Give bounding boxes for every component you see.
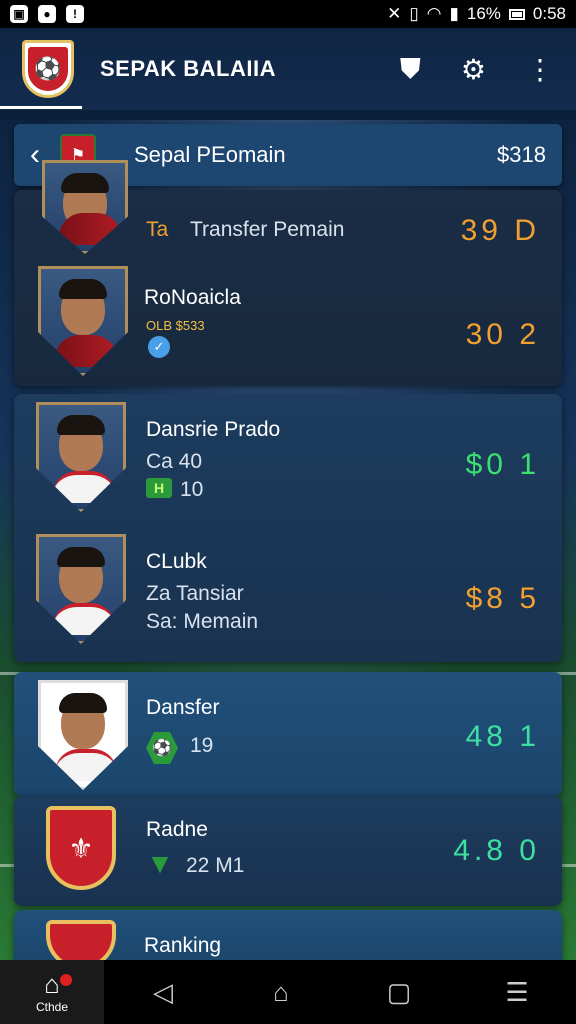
bottom-nav: ⌂ Cthde ◁ ⌂ ▢ ☰ — [0, 960, 576, 1024]
ball-icon: ⚽ — [146, 732, 178, 764]
player-sub-prefix: Ta — [146, 218, 169, 241]
back-icon[interactable]: ‹ — [30, 138, 40, 172]
stat-badge-icon: H — [146, 478, 172, 498]
player-value: $0 1 — [465, 448, 540, 481]
gear-icon[interactable]: ⚙ — [461, 53, 486, 86]
player-sub: 22 M1 — [186, 854, 245, 877]
tab-indicator — [0, 106, 82, 109]
vibrate-icon: ▯ — [409, 4, 419, 23]
app-icon: ● — [38, 5, 56, 23]
player-portrait — [38, 266, 128, 376]
battery-percent: 16% — [466, 4, 501, 23]
badge-icon[interactable]: ⛊ — [400, 53, 421, 86]
status-bar: ▣ ● ! ✕ ▯ ◠ ▮ 16% 0:58 — [0, 0, 576, 28]
nav-home-label: Cthde — [35, 1000, 69, 1014]
player-portrait — [36, 402, 126, 512]
mute-icon: ✕ — [387, 4, 402, 23]
home-nav-icon[interactable]: ⌂ — [222, 977, 340, 1008]
app-logo[interactable]: ⚽ — [22, 40, 74, 98]
player-value: 30 2 — [465, 318, 540, 351]
player-value: $8 5 — [465, 582, 540, 615]
player-portrait — [36, 534, 126, 644]
player-name: Dansrie Prado — [146, 418, 281, 441]
player-value: 39 D — [460, 214, 540, 247]
player-card[interactable]: ⚜ Radne ▼ 22 M1 4.8 0 — [14, 796, 562, 906]
player-card[interactable]: Dansrie Prado Ca 40 H 10 $0 1 CLubk Za T… — [14, 394, 562, 662]
battery-icon — [508, 8, 525, 20]
player-name: RoNoaicla — [144, 286, 241, 309]
notification-icon: ▣ — [10, 5, 28, 23]
player-sub: Za Tansiar — [146, 582, 244, 605]
player-portrait — [38, 680, 128, 790]
player-card[interactable]: Dansfer ⚽ 19 48 1 — [14, 672, 562, 796]
wifi-icon: ◠ — [426, 4, 442, 23]
player-name: CLubk — [146, 550, 207, 573]
alert-icon: ! — [66, 5, 84, 23]
recents-nav-icon[interactable]: ▢ — [340, 977, 458, 1008]
header-title: Sepal PEomain — [134, 142, 286, 167]
club-crest-icon: ⚜ — [46, 806, 116, 890]
player-name: Dansfer — [146, 696, 220, 719]
app-title: SEPAK BALAIIA — [100, 56, 276, 81]
player-sub: Ca 40 — [146, 450, 203, 473]
player-sub: Transfer Pemain — [190, 218, 345, 241]
player-value: 48 1 — [465, 720, 540, 753]
player-card[interactable]: Ta Transfer Pemain 39 D RoNoaicla OLB $5… — [14, 160, 562, 386]
clock: 0:58 — [532, 4, 566, 23]
player-sub: Sa: Memain — [146, 610, 259, 633]
app-bar: ⚽ SEPAK BALAIIA ⛊ ⚙ ⋮ — [0, 28, 576, 110]
back-nav-icon[interactable]: ◁ — [104, 977, 222, 1008]
down-arrow-icon: ▼ — [146, 848, 174, 879]
crest-emblem-icon: ⚽ — [28, 47, 68, 91]
player-sub: 19 — [190, 734, 214, 757]
player-value: 4.8 0 — [453, 834, 540, 867]
menu-nav-icon[interactable]: ☰ — [458, 977, 576, 1008]
verified-icon: ✓ — [148, 336, 170, 358]
player-name: Radne — [146, 818, 208, 841]
player-portrait — [42, 160, 128, 254]
notification-dot — [60, 974, 72, 986]
player-sub: 10 — [180, 478, 204, 501]
signal-icon: ▮ — [449, 4, 459, 23]
more-icon[interactable]: ⋮ — [526, 53, 554, 86]
player-stat: OLB $533 — [146, 318, 205, 333]
header-value: $318 — [497, 142, 546, 167]
home-icon: ⌂ — [44, 969, 60, 999]
nav-home[interactable]: ⌂ Cthde — [0, 960, 104, 1024]
player-name: Ranking — [144, 934, 222, 957]
